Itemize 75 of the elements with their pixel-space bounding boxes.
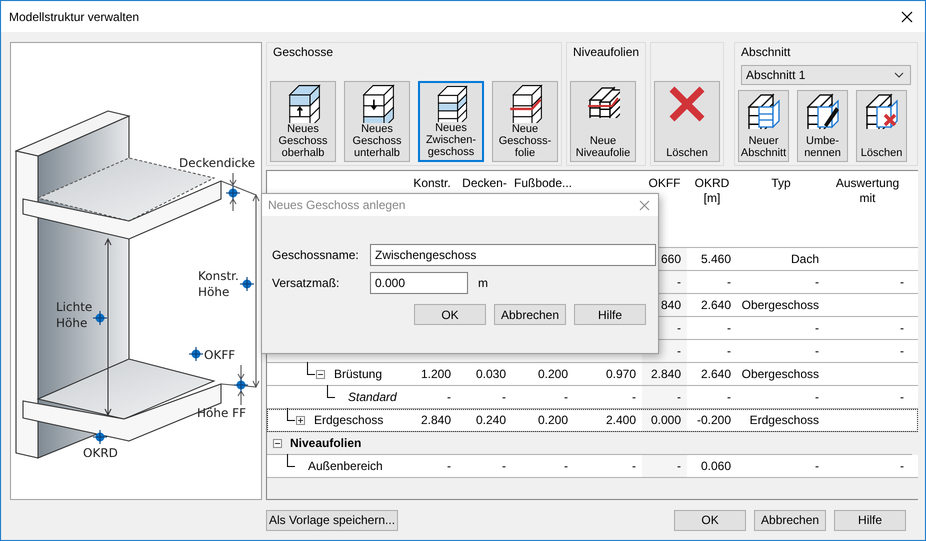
section-delete-icon: [864, 93, 899, 129]
table-cell: 2.840: [642, 363, 687, 385]
tree-connector: [287, 408, 295, 421]
dialog-button[interactable]: Hilfe: [574, 304, 646, 325]
column-header: OKFF: [648, 176, 680, 192]
input-field[interactable]: 0.000: [370, 272, 468, 294]
toolbar-button[interactable]: Neue Geschoss- folie: [492, 81, 558, 162]
diagram-label: Lichte Höhe: [56, 300, 92, 330]
marker-icon: [188, 346, 204, 362]
group-label: Niveaufolien: [290, 436, 362, 450]
section-stack-icon: [746, 93, 781, 129]
table-row[interactable]: Außenbereich - - - - - 0.060 - -: [267, 455, 918, 478]
diagram-label: Konstr. Höhe: [198, 269, 239, 299]
table-row[interactable]: Standard - - - - - - - -: [267, 386, 918, 409]
section-edit-icon: [806, 93, 840, 129]
collapse-icon[interactable]: [316, 370, 325, 378]
toolbar-button[interactable]: Neuer Abschnitt: [738, 90, 790, 162]
column-header: Auswertung mit: [836, 176, 900, 207]
diagram-label: OKRD: [83, 446, 118, 460]
close-icon[interactable]: [639, 200, 650, 210]
group-title: Abschnitt: [740, 44, 792, 61]
field-label: Geschossname:: [272, 248, 360, 262]
chevron-down-icon: [894, 72, 904, 78]
expand-icon[interactable]: [296, 416, 305, 424]
table-cell: -: [642, 386, 687, 408]
table-row[interactable]: Brüstung 1.200 0.030 0.200 0.970 2.840 2.640 Obergeschoss: [267, 363, 918, 386]
tree-label: Brüstung: [334, 367, 382, 381]
footer-button[interactable]: Abbrechen: [754, 510, 826, 530]
group-title: Niveaufolien: [572, 44, 640, 61]
close-icon: [901, 10, 913, 22]
table-row[interactable]: Erdgeschoss 2.840 0.240 0.200 2.400 0.000 -0.200 Erdgeschoss: [267, 409, 918, 432]
save-template-button[interactable]: Als Vorlage speichern...: [266, 510, 398, 530]
toolbar-button[interactable]: Neue Niveaufolie: [570, 81, 636, 162]
toolbar-button[interactable]: Umbe- nennen: [797, 90, 848, 162]
table-cell: -: [642, 455, 687, 477]
column-header: Decken-: [462, 176, 507, 192]
marker-icon: [234, 378, 248, 392]
tree-label: Standard: [348, 390, 397, 404]
footer-button[interactable]: Hilfe: [834, 510, 906, 530]
toolbar-button[interactable]: Neues Zwischen- geschoss: [418, 81, 484, 162]
unit-label: m: [478, 276, 488, 290]
footer-button[interactable]: OK: [674, 510, 746, 530]
table-cell: 0.000: [642, 409, 687, 431]
section-dropdown[interactable]: Abschnitt 1: [741, 65, 912, 85]
diagram-label: Höhe FF: [197, 406, 246, 420]
input-field[interactable]: Zwischengeschoss: [370, 244, 656, 266]
column-header: Konstr.: [413, 176, 451, 192]
toolbar-button[interactable]: Neues Geschoss oberhalb: [270, 81, 336, 162]
field-label: Versatzmaß:: [272, 276, 340, 290]
marker-icon: [92, 430, 108, 444]
delete-icon: [667, 84, 708, 124]
dialog-button[interactable]: Abbrechen: [494, 304, 566, 325]
tree-label: Erdgeschoss: [314, 413, 384, 427]
group-title: Geschosse: [272, 44, 334, 61]
dialog-title: Neues Geschoss anlegen: [268, 198, 406, 212]
marker-icon: [92, 310, 108, 326]
dropdown-value: Abschnitt 1: [746, 68, 806, 82]
tree-connector: [307, 362, 315, 375]
column-header: OKRD [m]: [694, 176, 730, 207]
window-title: Modellstruktur verwalten: [9, 10, 140, 24]
diagram-label: OKFF: [204, 348, 236, 362]
marker-icon: [226, 186, 240, 200]
diagram-label: Deckendicke: [179, 156, 256, 170]
marker-icon: [240, 276, 254, 292]
level-foil-icon: [586, 84, 620, 118]
tree-label: Außenbereich: [308, 459, 383, 473]
column-header: Fußbode...: [514, 176, 572, 192]
toolbar-button[interactable]: Löschen: [856, 90, 908, 162]
collapse-icon[interactable]: [273, 438, 282, 448]
column-header: Typ: [771, 176, 791, 192]
tree-connector: [327, 385, 335, 398]
toolbar-button[interactable]: Neues Geschoss unterhalb: [344, 81, 410, 162]
tree-connector: [287, 454, 295, 467]
dialog-button[interactable]: OK: [414, 304, 486, 325]
toolbar-button[interactable]: Löschen: [654, 81, 720, 162]
